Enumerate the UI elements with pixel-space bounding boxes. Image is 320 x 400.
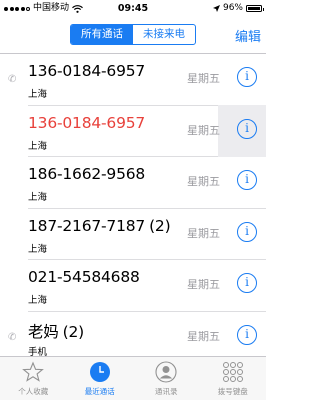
call-label: 上海 [28,243,48,255]
tab-bar: 个人收藏 最近通话 通讯录 拨号键盘 [0,356,266,400]
call-name-missed: 136-0184-6957 [28,113,146,132]
call-row[interactable]: 136-0184-6957 上海 星期五 i [28,104,266,157]
recent-calls-list: ✆ 136-0184-6957 上海 星期五 i 136-0184-6957 上… [0,54,266,363]
info-icon[interactable]: i [237,118,257,139]
battery-icon [246,5,264,12]
info-icon[interactable]: i [237,170,257,190]
call-name: 021-54584688 [28,268,140,286]
call-label: 上海 [28,295,48,306]
call-row[interactable]: 186-1662-9568 上海 星期五 i [28,157,266,209]
info-icon[interactable]: i [237,273,257,293]
call-day: 星期五 [187,278,220,291]
call-day: 星期五 [187,123,220,137]
status-bar: 中国移动 09:45 96% [0,0,266,17]
outgoing-call-icon: ✆ [8,74,17,85]
info-icon[interactable]: i [237,221,257,242]
location-arrow-icon [212,5,220,12]
call-row[interactable]: 021-54584688 上海 星期五 i [28,260,266,312]
call-name: 186-1662-9568 [28,165,146,183]
nav-bar: 所有通话 未接来电 编辑 [0,17,266,54]
call-row[interactable]: 187-2167-7187 (2) 上海 星期五 i [28,209,266,260]
edit-button[interactable]: 编辑 [235,26,261,45]
tab-label: 最近通话 [84,387,115,396]
tab-contacts[interactable]: 通讯录 [133,357,200,400]
call-day: 星期五 [187,226,220,240]
segment-missed-calls[interactable]: 未接来电 [133,25,195,44]
tab-favorites[interactable]: 个人收藏 [0,357,67,400]
tab-label: 个人收藏 [18,387,49,396]
call-day: 星期五 [187,329,220,343]
info-icon[interactable]: i [237,324,257,345]
tab-label: 拨号键盘 [217,387,248,396]
call-name: 187-2167-7187 (2) [28,216,171,235]
status-right: 96% [212,0,264,17]
call-label: 上海 [28,140,48,152]
call-name: 老妈 (2) [28,322,84,341]
tab-recents[interactable]: 最近通话 [67,357,134,400]
outgoing-call-icon: ✆ [8,331,17,343]
info-icon[interactable]: i [237,67,257,87]
call-day: 星期五 [187,175,220,188]
call-label: 上海 [28,192,48,203]
call-day: 星期五 [187,72,220,85]
call-filter-segmented-control: 所有通话 未接来电 [70,24,196,45]
contacts-icon [155,361,177,383]
call-name: 136-0184-6957 [28,62,146,80]
keypad-icon [222,362,243,382]
battery-percent: 96% [222,3,243,13]
segment-all-calls[interactable]: 所有通话 [71,25,133,44]
tab-label: 通讯录 [155,387,178,396]
call-row[interactable]: ✆ 136-0184-6957 上海 星期五 i [8,54,266,106]
star-icon [22,361,45,382]
clock-icon [89,362,110,382]
tab-keypad[interactable]: 拨号键盘 [200,357,267,400]
call-label: 上海 [28,89,48,100]
